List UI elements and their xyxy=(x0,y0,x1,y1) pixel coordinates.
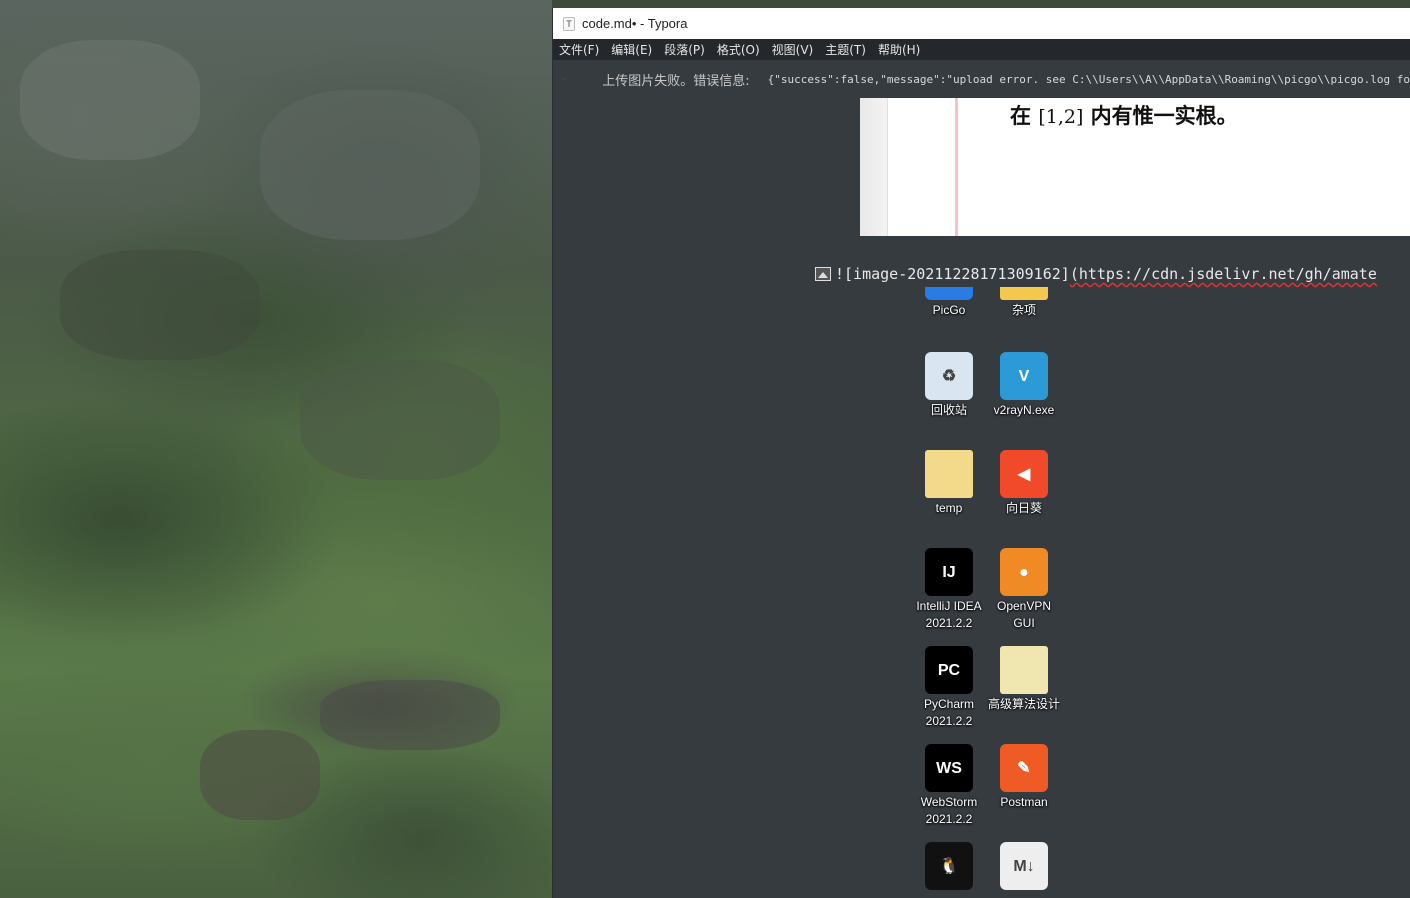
desktop-icon-label: 向日葵 xyxy=(1005,501,1042,515)
wallpaper-rock xyxy=(300,360,500,480)
preview-text-before: 在 xyxy=(1010,104,1031,128)
wallpaper-rock xyxy=(20,40,200,160)
desktop-icon-label: PicGo xyxy=(932,303,966,317)
desktop-icon[interactable]: PC PyCharm 2021.2.2 xyxy=(912,646,986,730)
folder-icon xyxy=(925,450,973,498)
menu-file[interactable]: 文件(F) xyxy=(559,41,599,58)
menu-paragraph[interactable]: 段落(P) xyxy=(664,41,705,58)
v2rayn-icon: V xyxy=(1000,352,1048,400)
menu-theme[interactable]: 主题(T) xyxy=(825,41,866,58)
desktop-wallpaper xyxy=(0,0,552,898)
intellij-icon: IJ xyxy=(925,548,973,596)
desktop-icon-label: temp xyxy=(935,501,963,515)
desktop-icon-label: 杂项 xyxy=(1011,303,1036,317)
markdown-image-url: (https://cdn.jsdelivr.net/gh/amate xyxy=(1069,265,1377,283)
wallpaper-rock xyxy=(200,730,320,820)
menu-view[interactable]: 视图(V) xyxy=(772,41,814,58)
menu-edit[interactable]: 编辑(E) xyxy=(611,41,652,58)
window-title: code.md• - Typora xyxy=(582,16,688,31)
webstorm-icon: WS xyxy=(925,744,973,792)
desktop-icon[interactable]: 🐧 xyxy=(912,842,986,892)
markdown-icon: M↓ xyxy=(1000,842,1048,890)
menu-bar: 文件(F) 编辑(E) 段落(P) 格式(O) 视图(V) 主题(T) 帮助(H… xyxy=(553,39,1410,60)
wallpaper-rock xyxy=(260,90,480,240)
desktop-icon[interactable]: 高级算法设计 xyxy=(987,646,1061,713)
preview-text: 在 [1,2] 内有惟一实根。 xyxy=(1010,100,1238,130)
preview-page: 在 [1,2] 内有惟一实根。 xyxy=(887,98,1410,236)
notice-error-detail: {"success":false,"message":"upload error… xyxy=(767,72,1410,86)
title-bar[interactable]: T code.md• - Typora xyxy=(553,8,1410,39)
rendered-image-preview: 在 [1,2] 内有惟一实根。 xyxy=(860,98,1410,236)
desktop-icon[interactable]: M↓ xyxy=(987,842,1061,892)
desktop-icon-label: WebStorm 2021.2.2 xyxy=(920,795,978,826)
wallpaper-rock xyxy=(60,250,260,360)
preview-margin-line xyxy=(955,98,958,236)
typora-app-icon: T xyxy=(563,16,575,31)
notice-message: 上传图片失败。错误信息: xyxy=(602,73,750,89)
desktop-icon[interactable]: IJ IntelliJ IDEA 2021.2.2 xyxy=(912,548,986,632)
desktop-icon[interactable]: ♻ 回收站 xyxy=(912,352,986,419)
postman-icon: ✎ xyxy=(1000,744,1048,792)
markdown-image-alt: ![image-20211228171309162] xyxy=(835,265,1070,283)
pycharm-icon: PC xyxy=(925,646,973,694)
openvpn-icon: ● xyxy=(1000,548,1048,596)
preview-text-after: 内有惟一实根。 xyxy=(1090,104,1238,128)
bell-icon[interactable] xyxy=(564,72,566,86)
document-icon xyxy=(1000,646,1048,694)
desktop-icon-label: v2rayN.exe xyxy=(993,403,1055,417)
image-icon xyxy=(815,267,831,281)
desktop-icon-label: 高级算法设计 xyxy=(987,697,1060,711)
desktop-icon-label: PyCharm 2021.2.2 xyxy=(923,697,974,728)
desktop-icon-label: 回收站 xyxy=(930,403,967,417)
preview-math: [1,2] xyxy=(1038,106,1084,128)
sunlogin-icon: ◀ xyxy=(1000,450,1048,498)
desktop-icon[interactable]: ● OpenVPN GUI xyxy=(987,548,1061,632)
qq-icon: 🐧 xyxy=(925,842,973,890)
wallpaper-rock xyxy=(320,680,500,750)
desktop-icon-label: Postman xyxy=(1000,795,1048,809)
upload-error-notification: 上传图片失败。错误信息: {"success":false,"message":… xyxy=(553,60,1410,98)
desktop-icon[interactable]: ✎ Postman xyxy=(987,744,1061,811)
desktop-icon[interactable]: Vv2rayN.exe xyxy=(987,352,1061,419)
recycle-bin-icon: ♻ xyxy=(925,352,973,400)
desktop-icon[interactable]: temp xyxy=(912,450,986,517)
desktop-icon-label: OpenVPN GUI xyxy=(996,599,1052,630)
preview-shade xyxy=(860,98,887,236)
menu-help[interactable]: 帮助(H) xyxy=(878,41,920,58)
desktop-icon[interactable]: ◀ 向日葵 xyxy=(987,450,1061,517)
markdown-image-source-line[interactable]: ![image-20211228171309162] (https://cdn.… xyxy=(815,265,1377,283)
menu-format[interactable]: 格式(O) xyxy=(717,41,760,58)
desktop-icon-label: IntelliJ IDEA 2021.2.2 xyxy=(916,599,982,630)
desktop-icon[interactable]: WS WebStorm 2021.2.2 xyxy=(912,744,986,828)
